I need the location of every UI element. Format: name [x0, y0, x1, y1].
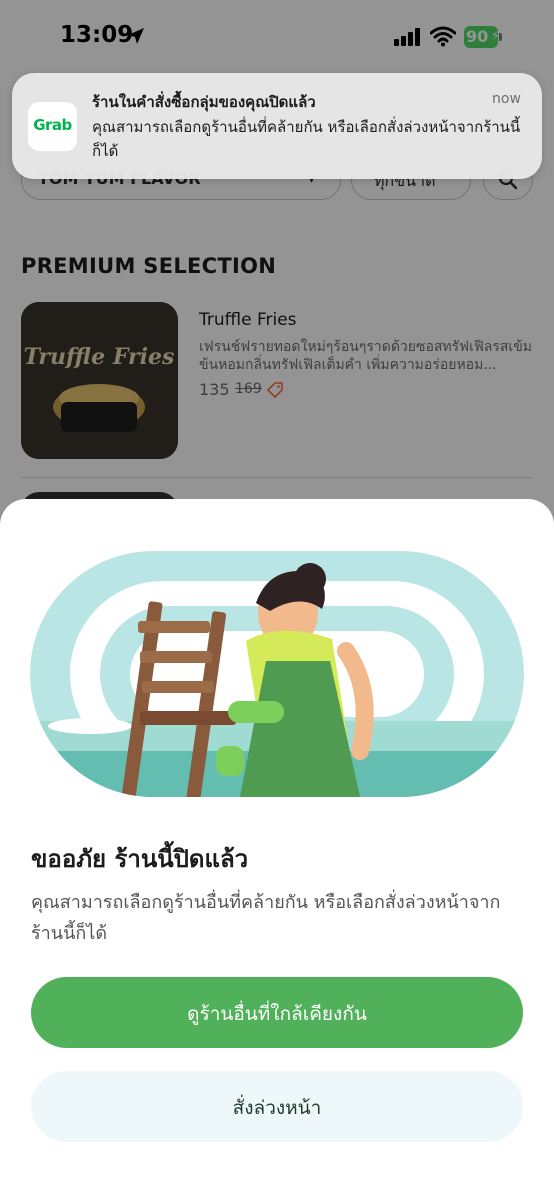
- view-nearby-stores-button[interactable]: ดูร้านอื่นที่ใกล้เคียงกัน: [31, 977, 523, 1048]
- sheet-title: ขออภัย ร้านนี้ปิดแล้ว: [31, 845, 249, 873]
- app-icon-label: Grab: [33, 116, 72, 134]
- preorder-label: สั่งล่วงหน้า: [232, 1097, 322, 1119]
- sheet-description: คุณสามารถเลือกดูร้านอื่นที่คล้ายกัน หรือ…: [31, 892, 501, 944]
- closed-store-illustration: [30, 551, 524, 797]
- closed-store-sheet: ขออภัย ร้านนี้ปิดแล้ว คุณสามารถเลือกดูร้…: [0, 499, 554, 1200]
- notification-time: now: [492, 91, 521, 107]
- notification-body: คุณสามารถเลือกดูร้านอื่นที่คล้ายกัน หรือ…: [92, 118, 521, 160]
- view-nearby-stores-label: ดูร้านอื่นที่ใกล้เคียงกัน: [187, 1003, 367, 1025]
- preorder-button[interactable]: สั่งล่วงหน้า: [31, 1071, 523, 1142]
- grab-app-icon: Grab: [28, 102, 77, 151]
- store-menu-page: 13:09 90 ⚡ TOM YUM FLAVOR ▾ ทุก: [0, 0, 554, 1200]
- push-notification[interactable]: Grab ร้านในคำสั่งซื้อกลุ่มของคุณปิดแล้ว …: [12, 73, 542, 179]
- notification-title: ร้านในคำสั่งซื้อกลุ่มของคุณปิดแล้ว: [92, 93, 316, 111]
